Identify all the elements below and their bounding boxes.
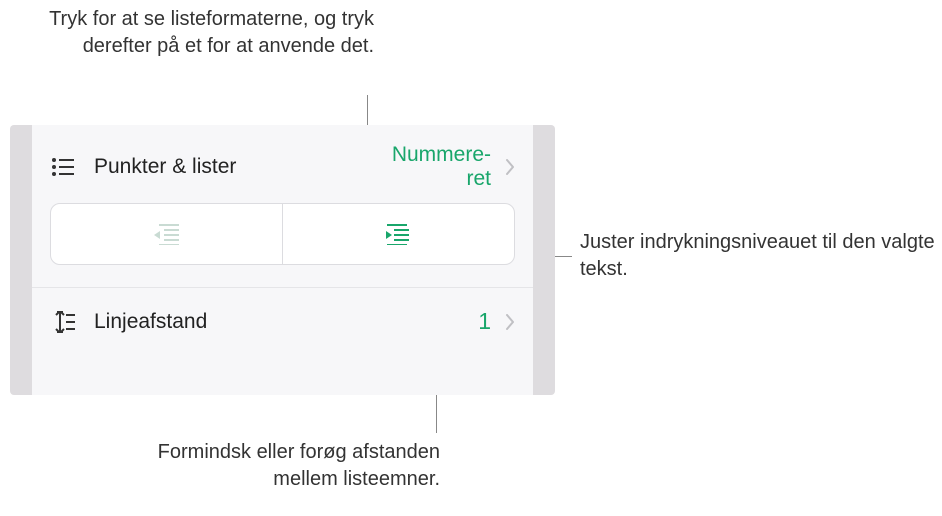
bullets-lists-row[interactable]: Punkter & lister Nummere- ret <box>32 125 533 197</box>
indent-toolbar <box>50 203 515 265</box>
bullets-lists-label: Punkter & lister <box>94 155 236 179</box>
callout-line-bottom <box>436 395 437 433</box>
callout-right: Juster indrykningsniveauet til den valgt… <box>580 229 940 283</box>
linespacing-value: 1 <box>478 308 499 334</box>
callout-top: Tryk for at se listeformaterne, og tryk … <box>24 6 374 60</box>
linespacing-icon <box>50 309 76 335</box>
callout-bottom: Formindsk eller forøg afstanden mellem l… <box>130 439 440 493</box>
outdent-button[interactable] <box>51 204 283 264</box>
linespacing-row[interactable]: Linjeafstand 1 <box>32 287 533 346</box>
format-panel-background: Punkter & lister Nummere- ret <box>10 125 555 395</box>
bullets-lists-value: Nummere- ret <box>392 143 499 191</box>
indent-button[interactable] <box>283 204 514 264</box>
chevron-right-icon <box>505 314 515 330</box>
format-panel: Punkter & lister Nummere- ret <box>32 125 533 395</box>
chevron-right-icon <box>505 159 515 175</box>
outdent-icon <box>152 223 182 245</box>
bullet-list-icon <box>50 154 76 180</box>
indent-icon <box>384 223 414 245</box>
linespacing-label: Linjeafstand <box>94 310 207 334</box>
